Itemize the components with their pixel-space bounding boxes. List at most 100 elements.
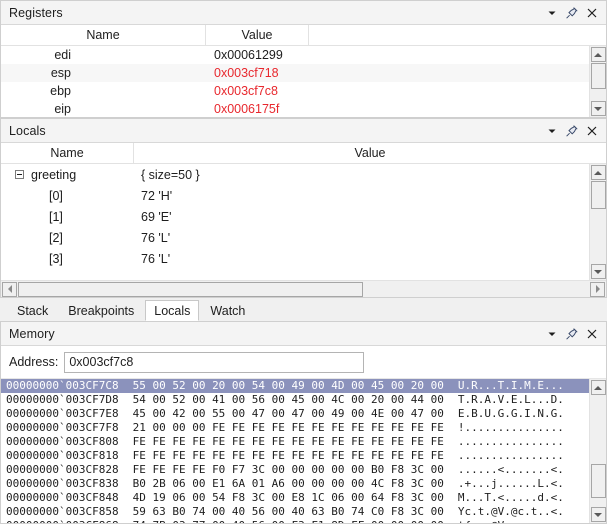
chevron-down-icon[interactable]	[542, 3, 562, 23]
table-row[interactable]: ebp 0x003cf7c8	[1, 82, 606, 100]
memory-address: 00000000`003CF828	[6, 463, 119, 476]
memory-hex: 59 63 B0 74 00 40 56 00 40 63 B0 74 C0 F…	[132, 505, 444, 518]
list-item[interactable]: [2] 76 'L'	[1, 227, 606, 248]
collapse-expander-icon[interactable]	[15, 170, 24, 179]
memory-hex: FE FE FE FE FE FE FE FE FE FE FE FE FE F…	[132, 435, 444, 448]
debugger-window: Registers Name Value edi 0x00061299 esp …	[0, 0, 607, 524]
register-name: esp	[50, 66, 71, 80]
list-item[interactable]: [1] 69 'E'	[1, 206, 606, 227]
close-icon[interactable]	[582, 121, 602, 141]
memory-address: 00000000`003CF7D8	[6, 393, 119, 406]
pin-icon[interactable]	[562, 3, 582, 23]
tab-stack[interactable]: Stack	[8, 300, 57, 321]
memory-row[interactable]: 00000000`003CF7E8 45 00 42 00 55 00 47 00…	[1, 407, 589, 421]
scroll-thumb[interactable]	[590, 181, 606, 209]
list-item[interactable]: [3] 76 'L'	[1, 248, 606, 269]
memory-address: 00000000`003CF868	[6, 519, 119, 523]
close-icon[interactable]	[582, 3, 602, 23]
registers-column-header: Name Value	[1, 25, 606, 46]
memory-title-bar: Memory	[1, 322, 606, 346]
memory-row[interactable]: 00000000`003CF818 FE FE FE FE FE FE FE FE…	[1, 449, 589, 463]
locals-vertical-scrollbar[interactable]	[589, 164, 606, 280]
address-label: Address:	[9, 355, 59, 369]
memory-address: 00000000`003CF848	[6, 491, 119, 504]
chevron-down-icon[interactable]	[542, 324, 562, 344]
registers-panel: Registers Name Value edi 0x00061299 esp …	[0, 0, 607, 118]
memory-row[interactable]: 00000000`003CF808 FE FE FE FE FE FE FE FE…	[1, 435, 589, 449]
tab-locals[interactable]: Locals	[145, 300, 200, 321]
registers-vertical-scrollbar[interactable]	[589, 46, 606, 117]
scroll-track[interactable]	[590, 63, 606, 100]
memory-row[interactable]: 00000000`003CF838 B0 2B 06 00 E1 6A 01 A6…	[1, 477, 589, 491]
memory-address: 00000000`003CF838	[6, 477, 119, 490]
scroll-track[interactable]	[18, 281, 589, 297]
memory-row[interactable]: 00000000`003CF7F8 21 00 00 00 FE FE FE FE…	[1, 421, 589, 435]
memory-panel: Memory Address: 0x003cf7c8 00000000`003C…	[0, 321, 607, 524]
table-row[interactable]: edi 0x00061299	[1, 46, 606, 64]
memory-hex: 4D 19 06 00 54 F8 3C 00 E8 1C 06 00 64 F…	[132, 491, 444, 504]
tab-watch[interactable]: Watch	[201, 300, 254, 321]
local-value: { size=50 }	[141, 167, 200, 182]
scroll-up-button[interactable]	[590, 165, 606, 180]
tab-breakpoints[interactable]: Breakpoints	[59, 300, 143, 321]
memory-ascii: E.B.U.G.G.I.N.G.	[457, 407, 564, 420]
scroll-up-button[interactable]	[590, 47, 606, 62]
memory-row[interactable]: 00000000`003CF7C8 55 00 52 00 20 00 54 00…	[1, 379, 589, 393]
locals-col-value[interactable]: Value	[134, 143, 606, 163]
memory-ascii: ................	[457, 449, 564, 462]
registers-col-value[interactable]: Value	[206, 25, 309, 45]
memory-ascii: M...T.<.....d.<.	[457, 491, 564, 504]
close-icon[interactable]	[582, 324, 602, 344]
register-name: edi	[54, 48, 71, 62]
memory-row[interactable]: 00000000`003CF858 59 63 B0 74 00 40 56 00…	[1, 505, 589, 519]
memory-address: 00000000`003CF7E8	[6, 407, 119, 420]
registers-title-bar: Registers	[1, 1, 606, 25]
locals-grid: greeting { size=50 } [0] 72 'H' [1] 69 '…	[1, 164, 606, 280]
chevron-down-icon[interactable]	[542, 121, 562, 141]
scroll-track[interactable]	[590, 396, 606, 506]
memory-hex: FE FE FE FE F0 F7 3C 00 00 00 00 00 B0 F…	[132, 463, 444, 476]
memory-hex: B0 2B 06 00 E1 6A 01 A6 00 00 00 00 4C F…	[132, 477, 444, 490]
list-item[interactable]: [0] 72 'H'	[1, 185, 606, 206]
local-name: greeting	[31, 167, 77, 182]
memory-vertical-scrollbar[interactable]	[589, 379, 606, 523]
table-row[interactable]: eip 0x0006175f	[1, 100, 606, 117]
scroll-track[interactable]	[590, 181, 606, 263]
memory-address: 00000000`003CF7F8	[6, 421, 119, 434]
scroll-left-button[interactable]	[2, 281, 17, 297]
locals-name-cell: [2]	[1, 231, 141, 245]
memory-row[interactable]: 00000000`003CF828 FE FE FE FE F0 F7 3C 00…	[1, 463, 589, 477]
memory-ascii: .+...j......L.<.	[457, 477, 564, 490]
scroll-thumb[interactable]	[590, 464, 606, 498]
memory-row[interactable]: 00000000`003CF848 4D 19 06 00 54 F8 3C 00…	[1, 491, 589, 505]
memory-ascii: Yc.t.@V.@c.t..<.	[457, 505, 564, 518]
local-name: [1]	[49, 209, 63, 224]
registers-grid: edi 0x00061299 esp 0x003cf718 ebp 0x003c…	[1, 46, 606, 117]
local-name: [2]	[49, 230, 63, 245]
locals-name-cell: greeting	[1, 168, 141, 182]
locals-col-name[interactable]: Name	[1, 143, 134, 163]
pin-icon[interactable]	[562, 121, 582, 141]
scroll-thumb[interactable]	[590, 63, 606, 89]
registers-col-name[interactable]: Name	[1, 25, 206, 45]
memory-ascii: U.R...T.I.M.E...	[457, 379, 564, 392]
local-name: [0]	[49, 188, 63, 203]
address-input[interactable]	[64, 351, 365, 373]
locals-horizontal-scrollbar[interactable]	[1, 280, 606, 297]
scroll-up-button[interactable]	[590, 380, 606, 395]
table-row[interactable]: esp 0x003cf718	[1, 64, 606, 82]
registers-col-filler	[309, 25, 606, 45]
memory-row[interactable]: 00000000`003CF7D8 54 00 52 00 41 00 56 00…	[1, 393, 589, 407]
pin-icon[interactable]	[562, 324, 582, 344]
locals-name-cell: [0]	[1, 189, 141, 203]
list-item[interactable]: greeting { size=50 }	[1, 164, 606, 185]
memory-address: 00000000`003CF808	[6, 435, 119, 448]
scroll-thumb[interactable]	[18, 281, 363, 297]
memory-row[interactable]: 00000000`003CF868 74 7B 03 77 00 40 56 00…	[1, 519, 589, 523]
scroll-down-button[interactable]	[590, 507, 606, 522]
scroll-down-button[interactable]	[590, 264, 606, 279]
memory-ascii: !...............	[457, 421, 564, 434]
scroll-right-button[interactable]	[590, 281, 605, 297]
scroll-down-button[interactable]	[590, 101, 606, 116]
locals-name-cell: [3]	[1, 252, 141, 266]
